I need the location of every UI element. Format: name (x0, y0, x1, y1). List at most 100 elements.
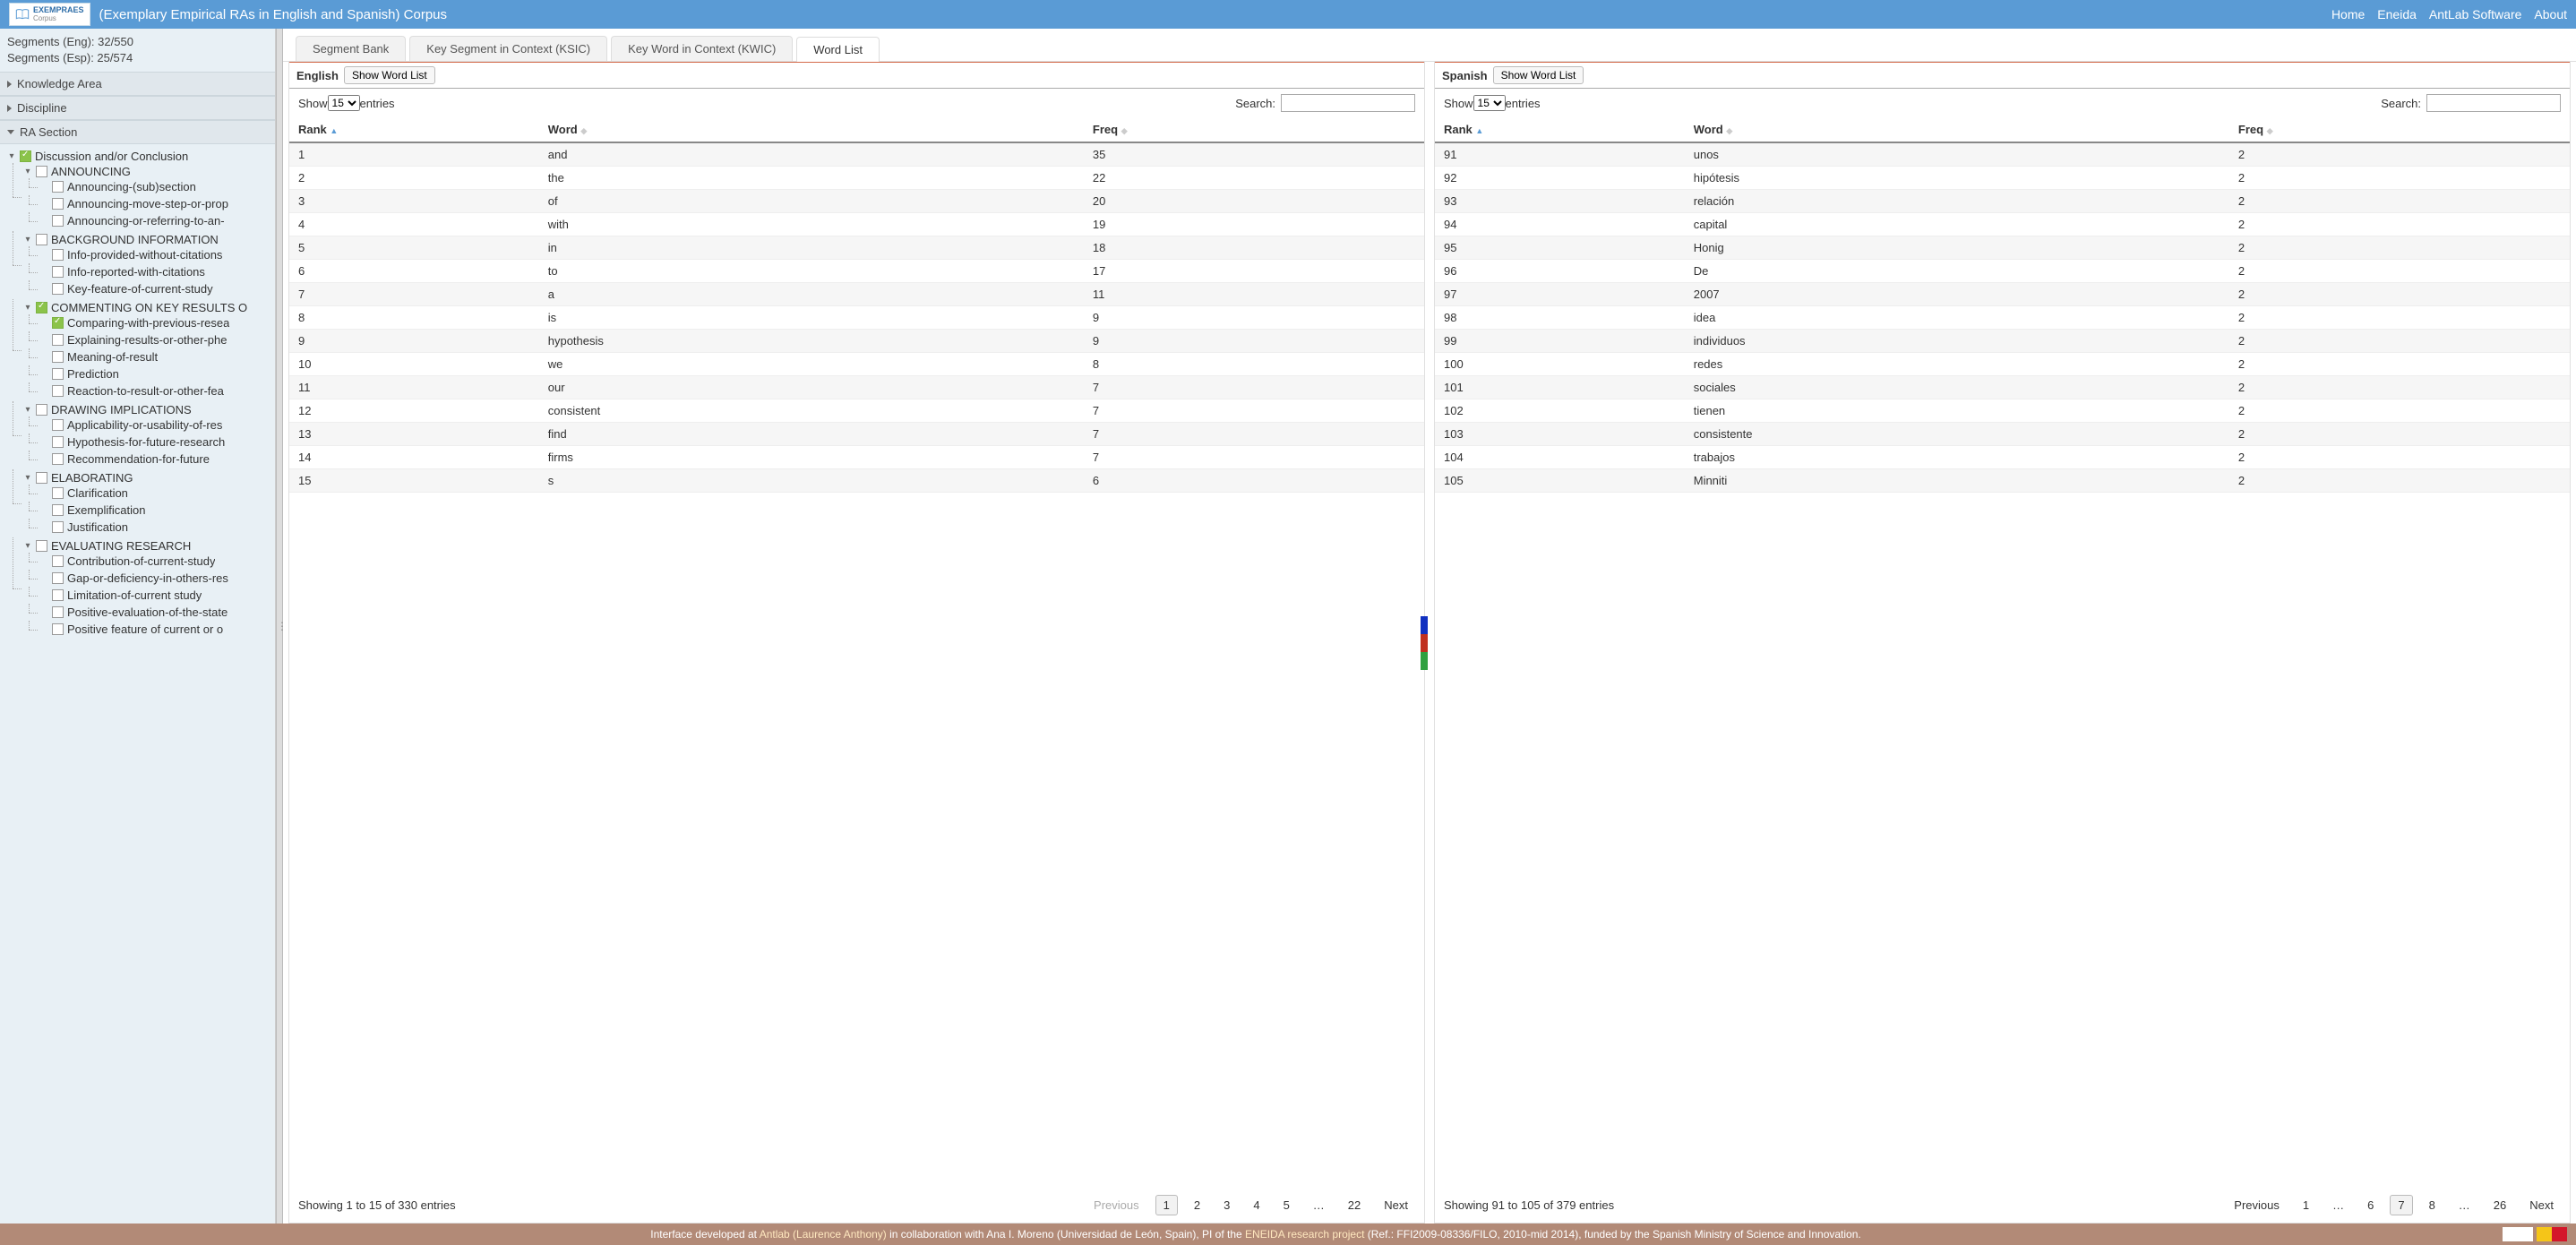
tree-node[interactable]: ▾COMMENTING ON KEY RESULTS O (23, 301, 275, 314)
col-freq[interactable]: Freq ◆ (2229, 117, 2570, 142)
tree-checkbox[interactable] (52, 334, 64, 346)
collapse-icon[interactable]: ▾ (23, 474, 32, 483)
tree-checkbox[interactable] (52, 249, 64, 261)
tree-node[interactable]: Contribution-of-current-study (39, 554, 275, 568)
nav-home[interactable]: Home (2331, 7, 2365, 21)
page-8[interactable]: 8 (2422, 1196, 2443, 1215)
search-input[interactable] (1281, 94, 1415, 112)
sidebar-resize-handle[interactable] (276, 29, 283, 1224)
logo[interactable]: EXEMPRAESCorpus (9, 3, 90, 26)
tree-checkbox[interactable] (52, 419, 64, 431)
page-22[interactable]: 22 (1341, 1196, 1368, 1215)
col-rank[interactable]: Rank ▲ (289, 117, 539, 142)
col-word[interactable]: Word ◆ (539, 117, 1084, 142)
tree-node[interactable]: Announcing-or-referring-to-an- (39, 214, 275, 228)
show-wordlist-button[interactable]: Show Word List (1493, 66, 1584, 84)
tab-segment-bank[interactable]: Segment Bank (296, 36, 406, 61)
tree-checkbox[interactable] (36, 234, 47, 245)
tree-node[interactable]: Exemplification (39, 503, 275, 517)
show-wordlist-button[interactable]: Show Word List (344, 66, 435, 84)
tree-node[interactable]: ▾Discussion and/or Conclusion (7, 150, 275, 163)
tree-node[interactable]: Recommendation-for-future (39, 452, 275, 466)
page-2[interactable]: 2 (1187, 1196, 1207, 1215)
tree-checkbox[interactable] (52, 487, 64, 499)
tree-node[interactable]: Prediction (39, 367, 275, 381)
tree-node[interactable]: Key-feature-of-current-study (39, 282, 275, 296)
page-3[interactable]: 3 (1216, 1196, 1237, 1215)
entries-select[interactable]: 15 (328, 95, 360, 111)
page-6[interactable]: 6 (2360, 1196, 2381, 1215)
tree-checkbox[interactable] (36, 302, 47, 313)
tree-checkbox[interactable] (36, 472, 47, 484)
col-rank[interactable]: Rank ▲ (1435, 117, 1685, 142)
nav-about[interactable]: About (2534, 7, 2567, 21)
tree-node[interactable]: Clarification (39, 486, 275, 500)
page-1[interactable]: 1 (2296, 1196, 2316, 1215)
tree-checkbox[interactable] (52, 215, 64, 227)
page-4[interactable]: 4 (1246, 1196, 1267, 1215)
nav-antlab-software[interactable]: AntLab Software (2429, 7, 2522, 21)
tree-checkbox[interactable] (52, 283, 64, 295)
col-freq[interactable]: Freq ◆ (1084, 117, 1424, 142)
tree-node[interactable]: Reaction-to-result-or-other-fea (39, 384, 275, 398)
tab-key-segment-in-context-ksic-[interactable]: Key Segment in Context (KSIC) (409, 36, 607, 61)
footer-link-antlab[interactable]: Antlab (Laurence Anthony) (760, 1228, 887, 1241)
tree-checkbox[interactable] (52, 266, 64, 278)
collapse-icon[interactable]: ▾ (23, 236, 32, 245)
tree-node[interactable]: Hypothesis-for-future-research (39, 435, 275, 449)
tree-node[interactable]: Positive-evaluation-of-the-state (39, 605, 275, 619)
tab-key-word-in-context-kwic-[interactable]: Key Word in Context (KWIC) (611, 36, 793, 61)
page-next[interactable]: Next (1377, 1196, 1415, 1215)
tree-node[interactable]: Announcing-(sub)section (39, 180, 275, 193)
tree-checkbox[interactable] (52, 351, 64, 363)
tree-node[interactable]: Justification (39, 520, 275, 534)
page-next[interactable]: Next (2522, 1196, 2561, 1215)
tree-checkbox[interactable] (52, 555, 64, 567)
tree-node[interactable]: Info-reported-with-citations (39, 265, 275, 279)
search-input[interactable] (2426, 94, 2561, 112)
collapse-icon[interactable]: ▾ (23, 167, 32, 176)
tree-node[interactable]: ▾DRAWING IMPLICATIONS (23, 403, 275, 416)
tree-node[interactable]: Explaining-results-or-other-phe (39, 333, 275, 347)
nav-eneida[interactable]: Eneida (2377, 7, 2417, 21)
collapse-icon[interactable]: ▾ (23, 542, 32, 551)
tab-word-list[interactable]: Word List (796, 37, 880, 62)
tree-node[interactable]: Limitation-of-current study (39, 588, 275, 602)
collapse-icon[interactable]: ▾ (23, 406, 32, 415)
accordion-ra-section[interactable]: RA Section (0, 120, 275, 144)
tree-checkbox[interactable] (52, 606, 64, 618)
tree-checkbox[interactable] (52, 572, 64, 584)
tree-node[interactable]: Applicability-or-usability-of-res (39, 418, 275, 432)
tree-node[interactable]: Announcing-move-step-or-prop (39, 197, 275, 210)
tree-checkbox[interactable] (52, 504, 64, 516)
tree-checkbox[interactable] (52, 589, 64, 601)
tree-node[interactable]: ▾ELABORATING (23, 471, 275, 485)
tree-checkbox[interactable] (36, 540, 47, 552)
tree-node[interactable]: Comparing-with-previous-resea (39, 316, 275, 330)
collapse-icon[interactable]: ▾ (7, 152, 16, 161)
tree-checkbox[interactable] (52, 368, 64, 380)
tree-node[interactable]: Info-provided-without-citations (39, 248, 275, 262)
tree-checkbox[interactable] (36, 166, 47, 177)
tree-node[interactable]: Meaning-of-result (39, 350, 275, 364)
tree-checkbox[interactable] (36, 404, 47, 416)
page-5[interactable]: 5 (1276, 1196, 1297, 1215)
accordion-discipline[interactable]: Discipline (0, 96, 275, 120)
tree-node[interactable]: ▾EVALUATING RESEARCH (23, 539, 275, 553)
tree-checkbox[interactable] (52, 181, 64, 193)
page-7[interactable]: 7 (2390, 1195, 2412, 1215)
tree-checkbox[interactable] (52, 317, 64, 329)
col-word[interactable]: Word ◆ (1685, 117, 2229, 142)
tree-node[interactable]: ▾ANNOUNCING (23, 165, 275, 178)
tree-checkbox[interactable] (52, 385, 64, 397)
tree-node[interactable]: Positive feature of current or o (39, 622, 275, 636)
accordion-knowledge-area[interactable]: Knowledge Area (0, 72, 275, 96)
tree-checkbox[interactable] (52, 623, 64, 635)
entries-select[interactable]: 15 (1473, 95, 1506, 111)
tree-checkbox[interactable] (20, 150, 31, 162)
tree-node[interactable]: ▾BACKGROUND INFORMATION (23, 233, 275, 246)
tree-checkbox[interactable] (52, 521, 64, 533)
tree-checkbox[interactable] (52, 453, 64, 465)
collapse-icon[interactable]: ▾ (23, 304, 32, 313)
tree-checkbox[interactable] (52, 198, 64, 210)
